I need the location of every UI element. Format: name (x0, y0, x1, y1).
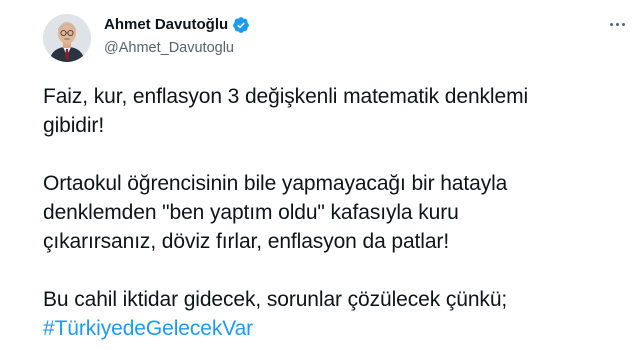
verified-badge-icon (232, 16, 250, 34)
tweet-paragraph: Faiz, kur, enflasyon 3 değişkenli matema… (43, 82, 628, 140)
more-options-icon[interactable] (606, 14, 628, 34)
avatar-image (43, 14, 91, 62)
author-display-name[interactable]: Ahmet Davutoğlu (104, 15, 228, 35)
tweet-text: Faiz, kur, enflasyon 3 değişkenli matema… (43, 82, 628, 343)
tweet-line: Faiz, kur, enflasyon 3 değişkenli matema… (43, 85, 529, 108)
tweet-card: Ahmet Davutoğlu @Ahmet_Davutoglu Faiz, k… (0, 0, 640, 351)
tweet-line: çıkarırsanız, döviz fırlar, enflasyon da… (43, 230, 450, 253)
tweet-line: denklemden "ben yaptım oldu" kafasıyla k… (43, 201, 459, 224)
tweet-line: Bu cahil iktidar gidecek, sorunlar çözül… (43, 288, 508, 311)
author-handle[interactable]: @Ahmet_Davutoglu (104, 38, 234, 58)
tweet-paragraph: Bu cahil iktidar gidecek, sorunlar çözül… (43, 285, 628, 343)
author-name-row: Ahmet Davutoğlu (104, 14, 250, 36)
avatar[interactable] (43, 14, 91, 62)
tweet-line: gibidir! (43, 114, 105, 137)
tweet-paragraph: Ortaokul öğrencisinin bile yapmayacağı b… (43, 169, 628, 256)
hashtag-link[interactable]: #TürkiyedeGelecekVar (43, 314, 628, 343)
tweet-line: Ortaokul öğrencisinin bile yapmayacağı b… (43, 172, 508, 195)
